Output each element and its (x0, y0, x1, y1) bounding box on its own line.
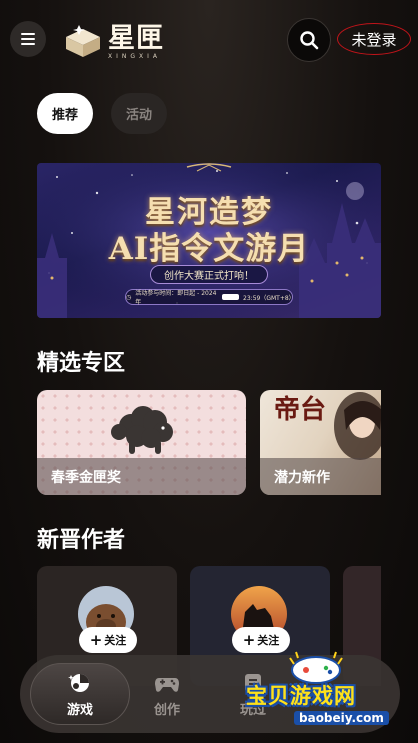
featured-card-label: 潜力新作 (260, 458, 381, 495)
banner-title-line2: AI指令文游月 (108, 231, 310, 267)
redaction-mark (221, 294, 240, 300)
banner-date-strip: ◷ 活动参与时间：即日起 - 2024年 23:59（GMT+8） (125, 289, 295, 306)
logo-wordmark: 星匣 (108, 23, 164, 54)
featured-section-title: 精选专区 (37, 351, 126, 376)
plus-icon: + (89, 631, 103, 649)
app-logo[interactable]: 星匣 XINGXIA (62, 22, 164, 62)
dog-illustration (111, 406, 173, 454)
follow-label: 关注 (104, 634, 127, 647)
tab-events[interactable]: 活动 (111, 93, 167, 134)
nav-item-games[interactable]: 游戏 (30, 663, 130, 725)
search-icon (300, 31, 319, 50)
logo-subtitle: XINGXIA (108, 53, 162, 60)
banner-date-left: 活动参与时间：即日起 - 2024年 (135, 290, 217, 306)
nav-item-played[interactable]: 玩过 (203, 663, 303, 725)
featured-card-new-works[interactable]: 帝台 潜力新作 (260, 390, 381, 495)
plus-icon: + (242, 631, 256, 649)
gamepad-icon (155, 677, 179, 692)
authors-section-title: 新晋作者 (37, 528, 126, 553)
featured-cards-row: 春季金匣奖 帝台 潜力新作 (37, 390, 381, 496)
search-button[interactable] (287, 18, 331, 62)
bottom-navigation: 游戏 创作 玩过 (20, 655, 400, 733)
tab-recommended[interactable]: 推荐 (37, 93, 93, 134)
clock-icon: ◷ (126, 293, 132, 301)
featured-card-label: 春季金匣奖 (37, 458, 246, 495)
nav-label: 创作 (153, 702, 180, 718)
login-button[interactable]: 未登录 (337, 23, 411, 55)
banner-date-right: 23:59（GMT+8） (243, 294, 295, 302)
category-tabs: 推荐 活动 (37, 93, 167, 134)
promo-banner[interactable]: 星河造梦 AI指令文游月 创作大赛正式打响！ ◷ 活动参与时间：即日起 - 20… (37, 163, 381, 318)
game-ball-icon (68, 673, 89, 692)
nav-label: 玩过 (239, 702, 266, 718)
portrait-illustration (334, 392, 381, 460)
logo-box-icon (66, 25, 100, 57)
follow-button[interactable]: + 关注 (232, 627, 290, 653)
history-icon (245, 673, 261, 692)
menu-button[interactable] (10, 21, 46, 57)
top-header: 星匣 XINGXIA 未登录 (0, 0, 418, 80)
featured-card-spring-award[interactable]: 春季金匣奖 (37, 390, 246, 495)
follow-button[interactable]: + 关注 (79, 627, 137, 653)
nav-label: 游戏 (66, 702, 93, 718)
banner-subtitle-pill: 创作大赛正式打响！ (150, 265, 268, 284)
hamburger-icon (21, 33, 35, 45)
nav-item-create[interactable]: 创作 (117, 663, 217, 725)
follow-label: 关注 (257, 634, 280, 647)
